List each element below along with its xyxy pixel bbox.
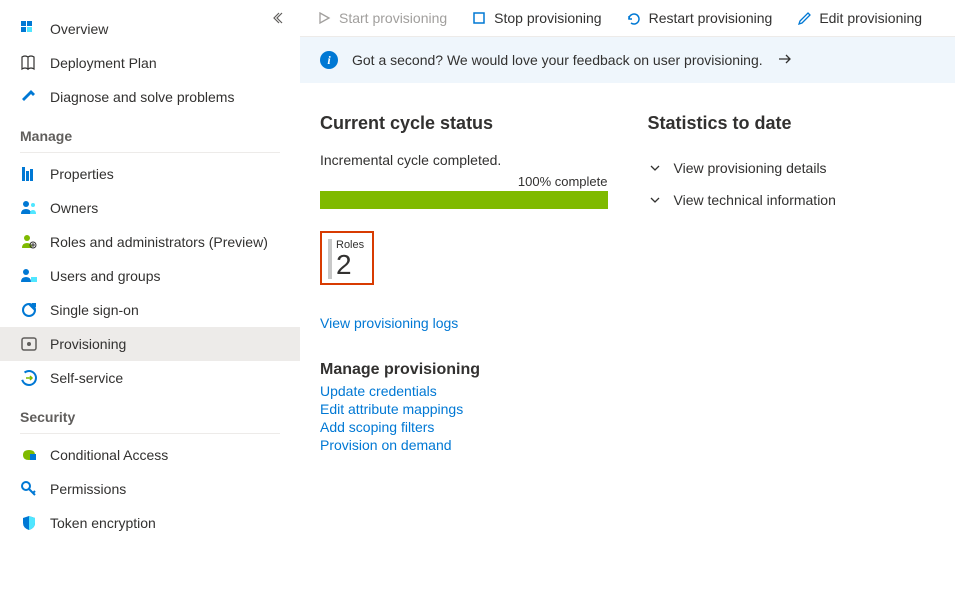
self-service-icon [20, 369, 38, 387]
view-technical-information-toggle[interactable]: View technical information [648, 184, 936, 216]
manage-provisioning-heading: Manage provisioning [320, 361, 608, 379]
restart-icon [626, 10, 642, 26]
add-scoping-filters-link[interactable]: Add scoping filters [320, 419, 608, 435]
sidebar-item-properties[interactable]: Properties [0, 157, 300, 191]
book-icon [20, 54, 38, 72]
sso-icon [20, 301, 38, 319]
edit-icon [796, 10, 812, 26]
provisioning-icon [20, 335, 38, 353]
roles-icon [20, 233, 38, 251]
progress-bar [320, 191, 608, 209]
owners-icon [20, 199, 38, 217]
info-icon: i [320, 51, 338, 69]
sidebar-item-label: Provisioning [50, 336, 126, 352]
main-content: Start provisioning Stop provisioning Res… [300, 0, 955, 599]
expand-label: View provisioning details [674, 160, 827, 176]
sidebar-item-label: Permissions [50, 481, 126, 497]
sidebar: Overview Deployment Plan Diagnose and so… [0, 0, 300, 599]
section-header-manage: Manage [0, 114, 300, 150]
sidebar-item-label: Token encryption [50, 515, 156, 531]
feedback-text: Got a second? We would love your feedbac… [352, 52, 763, 68]
stop-provisioning-button[interactable]: Stop provisioning [471, 10, 601, 26]
stat-divider [328, 239, 332, 279]
toolbar-label: Start provisioning [339, 10, 447, 26]
sidebar-item-deployment-plan[interactable]: Deployment Plan [0, 46, 300, 80]
cycle-status-text: Incremental cycle completed. [320, 152, 608, 168]
edit-provisioning-button[interactable]: Edit provisioning [796, 10, 922, 26]
sidebar-item-overview[interactable]: Overview [0, 12, 300, 46]
wrench-icon [20, 88, 38, 106]
stat-value: 2 [336, 251, 364, 279]
roles-stat-card[interactable]: Roles 2 [320, 231, 374, 285]
users-groups-icon [20, 267, 38, 285]
restart-provisioning-button[interactable]: Restart provisioning [626, 10, 773, 26]
feedback-banner[interactable]: i Got a second? We would love your feedb… [300, 37, 955, 83]
sidebar-item-self-service[interactable]: Self-service [0, 361, 300, 395]
sidebar-item-label: Users and groups [50, 268, 161, 284]
sidebar-item-label: Deployment Plan [50, 55, 157, 71]
sidebar-item-label: Single sign-on [50, 302, 139, 318]
sidebar-item-label: Roles and administrators (Preview) [50, 234, 268, 250]
sidebar-item-permissions[interactable]: Permissions [0, 472, 300, 506]
expand-label: View technical information [674, 192, 836, 208]
toolbar: Start provisioning Stop provisioning Res… [300, 0, 955, 37]
toolbar-label: Edit provisioning [819, 10, 922, 26]
sidebar-item-label: Conditional Access [50, 447, 168, 463]
chevron-down-icon [648, 193, 662, 207]
update-credentials-link[interactable]: Update credentials [320, 383, 608, 399]
sidebar-item-provisioning[interactable]: Provisioning [0, 327, 300, 361]
start-provisioning-button: Start provisioning [316, 10, 447, 26]
view-provisioning-details-toggle[interactable]: View provisioning details [648, 152, 936, 184]
view-provisioning-logs-link[interactable]: View provisioning logs [320, 315, 608, 331]
current-cycle-heading: Current cycle status [320, 113, 608, 134]
arrow-right-icon [777, 52, 793, 69]
permissions-icon [20, 480, 38, 498]
divider [20, 152, 280, 153]
shield-icon [20, 514, 38, 532]
sidebar-item-sso[interactable]: Single sign-on [0, 293, 300, 327]
sidebar-item-token-encryption[interactable]: Token encryption [0, 506, 300, 540]
stop-icon [471, 10, 487, 26]
toolbar-label: Stop provisioning [494, 10, 601, 26]
play-icon [316, 10, 332, 26]
chevron-down-icon [648, 161, 662, 175]
edit-attribute-mappings-link[interactable]: Edit attribute mappings [320, 401, 608, 417]
sidebar-item-conditional-access[interactable]: Conditional Access [0, 438, 300, 472]
section-header-security: Security [0, 395, 300, 431]
collapse-sidebar-button[interactable] [272, 10, 288, 29]
properties-icon [20, 165, 38, 183]
sidebar-item-label: Owners [50, 200, 98, 216]
progress-label: 100% complete [320, 174, 608, 189]
sidebar-item-label: Properties [50, 166, 114, 182]
sidebar-item-owners[interactable]: Owners [0, 191, 300, 225]
sidebar-item-users-groups[interactable]: Users and groups [0, 259, 300, 293]
conditional-access-icon [20, 446, 38, 464]
divider [20, 433, 280, 434]
statistics-heading: Statistics to date [648, 113, 936, 134]
toolbar-label: Restart provisioning [649, 10, 773, 26]
sidebar-item-diagnose[interactable]: Diagnose and solve problems [0, 80, 300, 114]
sidebar-item-label: Self-service [50, 370, 123, 386]
sidebar-item-label: Diagnose and solve problems [50, 89, 234, 105]
overview-icon [20, 20, 38, 38]
sidebar-item-label: Overview [50, 21, 108, 37]
sidebar-item-roles[interactable]: Roles and administrators (Preview) [0, 225, 300, 259]
provision-on-demand-link[interactable]: Provision on demand [320, 437, 608, 453]
